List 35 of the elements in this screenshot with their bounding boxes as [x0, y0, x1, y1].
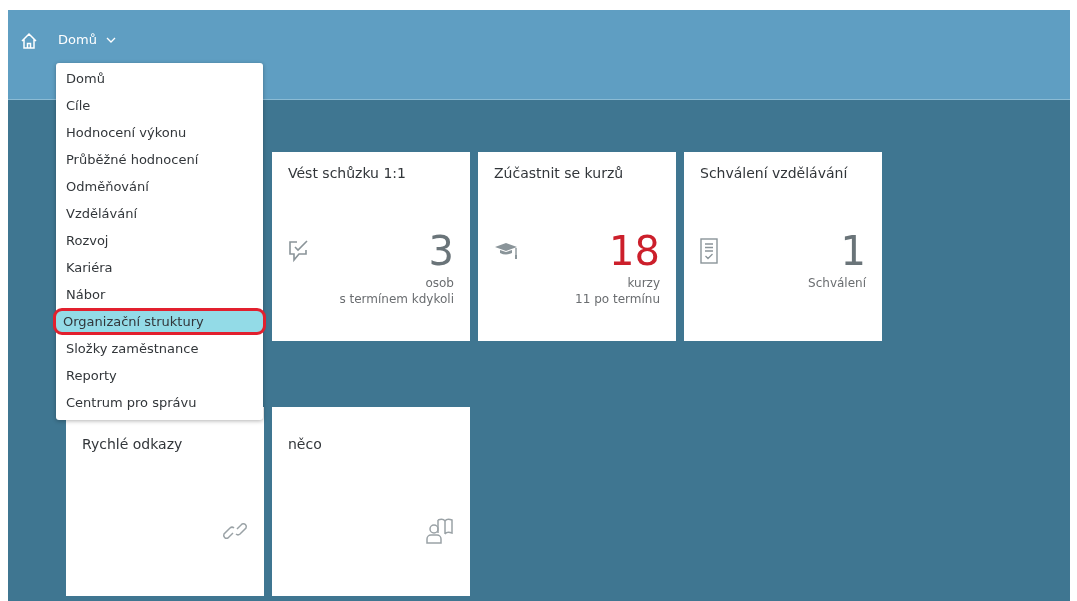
menu-item[interactable]: Složky zaměstnance: [56, 335, 263, 362]
tile[interactable]: Zúčastnit se kurzů 18 kurzy 11 po termínu: [478, 152, 676, 341]
menu-item[interactable]: Organizační struktury: [53, 308, 266, 335]
menu-item[interactable]: Reporty: [56, 362, 263, 389]
tile-title: něco: [288, 436, 323, 452]
tile-count: 3: [428, 231, 454, 271]
menu-item[interactable]: Hodnocení výkonu: [56, 119, 263, 146]
tile-caption: s termínem kdykoli: [338, 291, 454, 307]
tile[interactable]: Vést schůzku 1:1 3 osob s termínem kdykoli: [272, 152, 470, 341]
person-book-icon: [426, 516, 454, 544]
menu-item[interactable]: Rozvoj: [56, 227, 263, 254]
tile-caption: kurzy: [626, 275, 660, 291]
tile-count: 18: [609, 231, 660, 271]
tile-caption: 11 po termínu: [574, 291, 660, 307]
tile-caption: Schválení: [807, 275, 866, 291]
graduation-cap-icon: [494, 240, 520, 262]
menu-item[interactable]: Cíle: [56, 92, 263, 119]
menu-item[interactable]: Vzdělávání: [56, 200, 263, 227]
tile-title: Schválení vzdělávání: [700, 165, 849, 181]
chevron-down-icon: [105, 36, 116, 43]
tile-title: Vést schůzku 1:1: [288, 165, 407, 181]
tile-title: Zúčastnit se kurzů: [494, 165, 625, 181]
menu-item[interactable]: Nábor: [56, 281, 263, 308]
menu-item[interactable]: Kariéra: [56, 254, 263, 281]
speech-bubble-check-icon: [288, 239, 310, 263]
tile-count: 1: [840, 231, 866, 271]
tile-title: Rychlé odkazy: [82, 436, 184, 452]
menu-item[interactable]: Průběžné hodnocení: [56, 146, 263, 173]
home-icon[interactable]: [20, 32, 38, 50]
tile[interactable]: něco: [272, 407, 470, 596]
tile-caption: osob: [424, 275, 454, 291]
tile[interactable]: Schválení vzdělávání 1 Schválení: [684, 152, 882, 341]
menu-item[interactable]: Odměňování: [56, 173, 263, 200]
document-check-icon: [700, 238, 718, 264]
menu-item[interactable]: Domů: [56, 65, 263, 92]
